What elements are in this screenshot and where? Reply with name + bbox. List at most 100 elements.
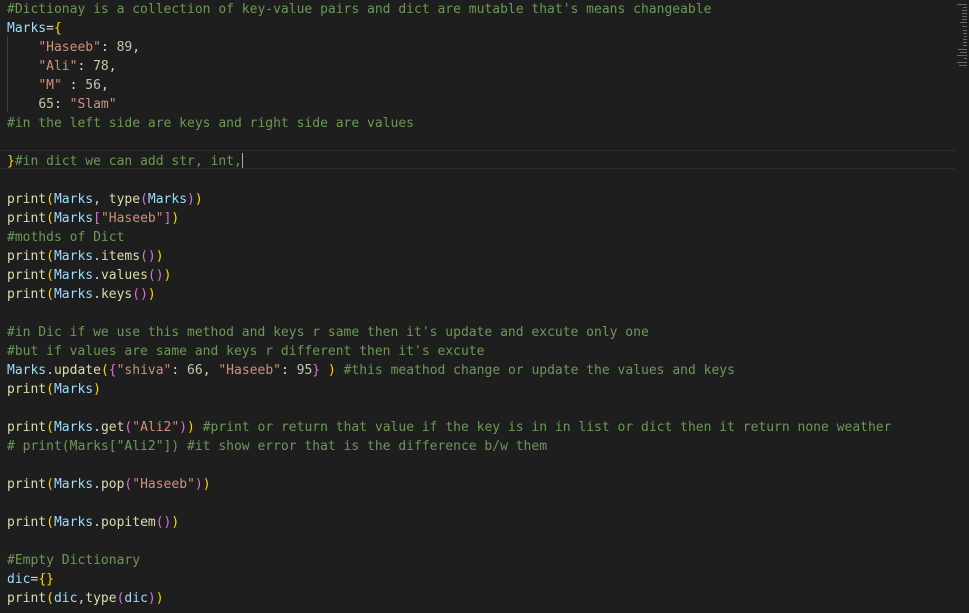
code-line-19[interactable]: #but if values are same and keys r diffe…: [7, 342, 484, 361]
punctuation: ,: [132, 40, 141, 55]
code-line-23[interactable]: print(Marks.get("Ali2")) #print or retur…: [7, 418, 891, 437]
code-line-20[interactable]: Marks.update({"shiva": 66, "Haseeb": 95}…: [7, 361, 735, 380]
number-literal: 66: [187, 363, 203, 378]
bracket: {}: [38, 572, 54, 587]
comment: # print(Marks["Ali2"]) #it show error th…: [7, 439, 548, 454]
punctuation: ,: [100, 78, 109, 93]
minimap-line: [963, 39, 967, 40]
bracket: (): [147, 268, 164, 283]
code-line-5[interactable]: "M" : 56,: [7, 76, 109, 95]
code-line-2[interactable]: Marks={: [7, 19, 62, 38]
bracket: ): [187, 192, 195, 207]
identifier: Marks: [53, 211, 94, 226]
code-line-9[interactable]: }#in dict we can add str, int,: [7, 152, 243, 171]
bracket: (): [132, 287, 148, 302]
code-line-16[interactable]: print(Marks.keys()): [7, 285, 156, 304]
bracket: (: [46, 591, 54, 606]
minimap-line: [960, 22, 967, 23]
text-cursor: [241, 153, 243, 168]
code-line-11[interactable]: print(Marks, type(Marks)): [7, 190, 203, 209]
punctuation: .: [93, 249, 101, 264]
identifier: Marks: [7, 363, 47, 378]
function-name: get: [100, 420, 125, 435]
identifier: Marks: [53, 249, 94, 264]
minimap-line: [958, 49, 967, 50]
string-literal: "Haseeb": [132, 477, 195, 492]
operator: :: [53, 97, 70, 112]
minimap-line: [962, 16, 967, 17]
minimap-line: [957, 62, 967, 63]
bracket: ): [155, 249, 164, 264]
function-name: print: [7, 382, 47, 397]
minimap-line: [962, 10, 967, 11]
number-literal: 56: [85, 78, 101, 93]
bracket: (): [140, 249, 156, 264]
code-line-14[interactable]: print(Marks.items()): [7, 247, 164, 266]
operator: :: [77, 59, 94, 74]
string-literal: "Haseeb": [100, 211, 164, 226]
comment: #print or return that value if the key i…: [194, 420, 892, 435]
bracket: }: [7, 154, 15, 169]
code-line-24[interactable]: # print(Marks["Ali2"]) #it show error th…: [7, 437, 547, 456]
bracket: ): [171, 515, 180, 530]
code-line-30[interactable]: #Empty Dictionary: [7, 551, 140, 570]
minimap-line: [957, 55, 967, 56]
string-literal: "shiva": [116, 363, 172, 378]
bracket: ): [202, 477, 211, 492]
bracket: ): [194, 477, 203, 492]
function-name: print: [7, 591, 47, 606]
operator: :: [61, 78, 86, 93]
bracket: (): [155, 515, 172, 530]
identifier: dic: [124, 591, 148, 606]
function-name: pop: [100, 477, 125, 492]
punctuation: .: [93, 477, 101, 492]
minimap-line: [960, 52, 967, 53]
punctuation: .: [93, 268, 101, 283]
identifier: Marks: [53, 515, 94, 530]
bracket: {: [108, 363, 117, 378]
punctuation: .: [93, 420, 101, 435]
code-line-7[interactable]: #in the left side are keys and right sid…: [7, 114, 414, 133]
operator: :: [280, 363, 297, 378]
comment: #Dictionay is a collection of key-value …: [7, 2, 712, 17]
function-name: print: [7, 249, 47, 264]
code-line-31[interactable]: dic={}: [7, 570, 54, 589]
code-line-21[interactable]: print(Marks): [7, 380, 101, 399]
punctuation: .: [46, 363, 54, 378]
function-name: keys: [100, 287, 133, 302]
minimap-line: [962, 19, 967, 20]
identifier: Marks: [53, 420, 94, 435]
comment: #in Dic if we use this method and keys r…: [7, 325, 649, 340]
code-line-18[interactable]: #in Dic if we use this method and keys r…: [7, 323, 649, 342]
code-line-3[interactable]: "Haseeb": 89,: [7, 38, 140, 57]
code-line-4[interactable]: "Ali": 78,: [7, 57, 116, 76]
operator: :: [171, 363, 188, 378]
string-literal: "M": [38, 78, 62, 93]
function-name: print: [7, 211, 47, 226]
minimap[interactable]: [955, 0, 969, 613]
function-name: print: [7, 287, 47, 302]
code-line-26[interactable]: print(Marks.pop("Haseeb")): [7, 475, 211, 494]
code-line-32[interactable]: print(dic,type(dic)): [7, 589, 164, 608]
minimap-line: [963, 33, 967, 34]
comment: #in dict we can add str, int,: [14, 154, 242, 169]
code-line-12[interactable]: print(Marks["Haseeb"]): [7, 209, 179, 228]
identifier: Marks: [53, 382, 94, 397]
identifier: Marks: [147, 192, 188, 207]
minimap-line: [957, 4, 967, 5]
bracket: ): [163, 268, 172, 283]
code-line-6[interactable]: 65: "Slam": [7, 95, 116, 114]
bracket: (: [46, 249, 54, 264]
code-line-15[interactable]: print(Marks.values()): [7, 266, 171, 285]
function-name: items: [100, 249, 141, 264]
bracket: ): [187, 420, 195, 435]
code-line-13[interactable]: #mothds of Dict: [7, 228, 124, 247]
code-line-28[interactable]: print(Marks.popitem()): [7, 513, 179, 532]
code-editor[interactable]: #Dictionay is a collection of key-value …: [0, 0, 955, 613]
bracket: ): [327, 363, 336, 378]
comment: #this meathod change or update the value…: [335, 363, 735, 378]
function-name: print: [7, 420, 47, 435]
code-line-1[interactable]: #Dictionay is a collection of key-value …: [7, 0, 711, 19]
